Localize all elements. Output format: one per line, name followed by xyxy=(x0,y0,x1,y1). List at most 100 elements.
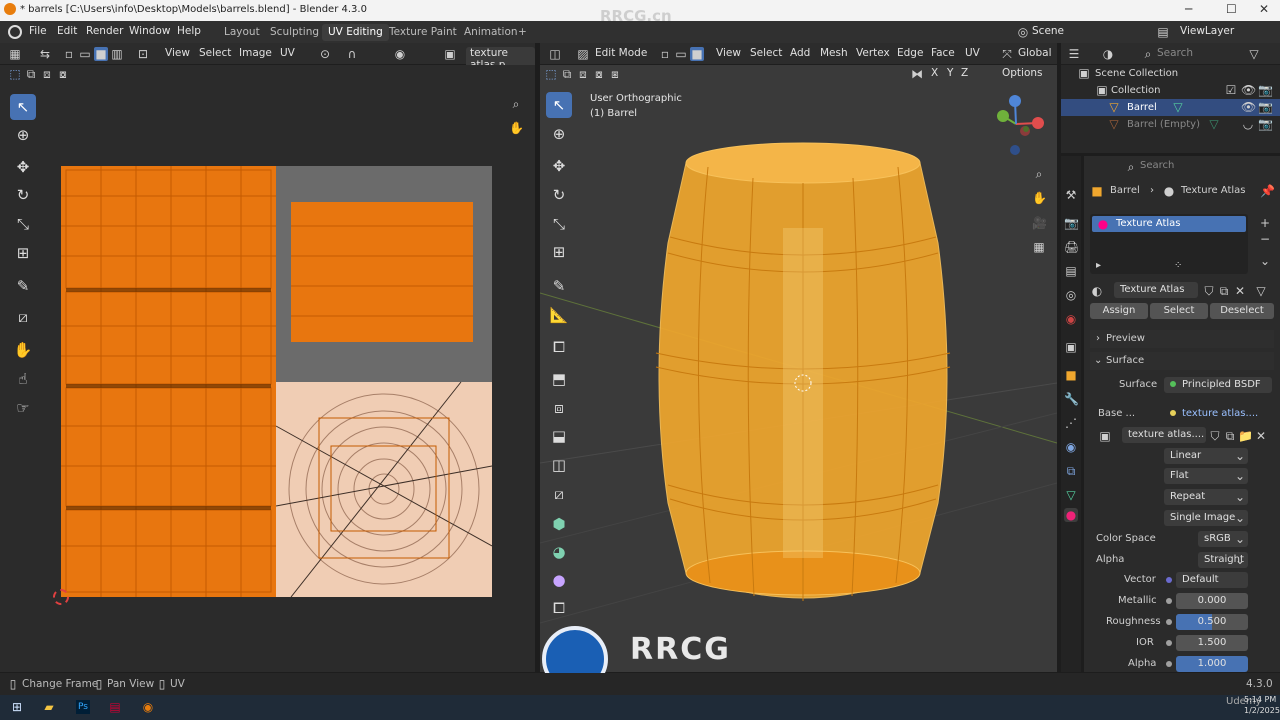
knife-tool-icon[interactable]: ⧄ xyxy=(546,481,572,507)
barrel-mesh[interactable] xyxy=(648,133,963,623)
display-mode-icon[interactable]: ◑ xyxy=(1101,47,1115,61)
grab-tool-icon[interactable]: ✋ xyxy=(10,337,36,363)
image-icon[interactable]: ▣ xyxy=(1098,429,1112,443)
outliner-search-input[interactable]: Search xyxy=(1157,47,1193,59)
v3d-menu-mesh[interactable]: Mesh xyxy=(820,47,848,59)
tab-layout[interactable]: Layout xyxy=(218,24,266,41)
image-fake-user-icon[interactable]: ⛉ xyxy=(1208,429,1222,443)
outliner-item-barrel-empty[interactable]: ▽ Barrel (Empty) ▽ ◡ 📷 xyxy=(1061,116,1280,133)
v3d-menu-face[interactable]: Face xyxy=(931,47,955,59)
2d-cursor-icon[interactable] xyxy=(53,589,69,605)
remove-slot-icon[interactable]: − xyxy=(1258,232,1272,246)
select-subtract-icon[interactable]: ⧈ xyxy=(40,67,54,81)
scale-tool-icon[interactable]: ⤡ xyxy=(10,211,36,237)
particles-tab-icon[interactable]: ⋰ xyxy=(1064,416,1078,430)
rotate-tool-icon[interactable]: ↻ xyxy=(10,182,36,208)
select-tool-3d-icon[interactable]: ↖ xyxy=(546,92,572,118)
roughness-field[interactable]: 0.500 xyxy=(1176,614,1248,630)
render-camera-icon[interactable]: 📷 xyxy=(1258,100,1273,114)
physics-tab-icon[interactable]: ◉ xyxy=(1064,440,1078,454)
constraints-tab-icon[interactable]: ⧉ xyxy=(1064,464,1078,478)
outliner-item-barrel[interactable]: ▽ Barrel ▽ 👁 📷 xyxy=(1061,99,1280,116)
view-layer-tab-icon[interactable]: ▤ xyxy=(1064,264,1078,278)
slot-specials-icon[interactable]: ⌄ xyxy=(1258,254,1272,268)
select-diff-icon[interactable]: ⧇ xyxy=(592,67,606,81)
transform-tool-icon[interactable]: ⊞ xyxy=(10,240,36,266)
select-box-tool-icon[interactable]: ↖ xyxy=(10,94,36,120)
modifier-tab-icon[interactable]: 🔧 xyxy=(1064,392,1079,406)
relax-tool-icon[interactable]: ☝ xyxy=(10,366,36,392)
editor-type-icon[interactable]: ▦ xyxy=(8,47,22,61)
menu-window[interactable]: Window xyxy=(129,25,170,37)
mirror-x-toggle[interactable]: X xyxy=(931,67,938,79)
outliner-scene-collection[interactable]: ▣ Scene Collection xyxy=(1061,65,1280,82)
scene-tab-icon[interactable]: ◎ xyxy=(1064,288,1078,302)
minimize-button[interactable]: ─ xyxy=(1185,2,1192,16)
image-open-icon[interactable]: 📁 xyxy=(1238,429,1253,443)
visibility-eye-icon[interactable]: 👁 xyxy=(1241,83,1256,97)
uv-menu-uv[interactable]: UV xyxy=(280,47,295,59)
list-grip-icon[interactable]: ⁘ xyxy=(1174,260,1182,271)
archive-app-icon[interactable]: ▤ xyxy=(108,700,122,714)
world-tab-icon[interactable]: ◉ xyxy=(1064,312,1078,326)
add-cube-tool-icon[interactable]: ⧠ xyxy=(546,334,572,360)
vector-field[interactable]: Default xyxy=(1176,572,1248,588)
render-camera-icon[interactable]: 📷 xyxy=(1258,83,1273,97)
deselect-button[interactable]: Deselect xyxy=(1210,303,1274,319)
windows-start-icon[interactable]: ⊞ xyxy=(10,700,24,714)
material-browse-icon[interactable]: ◐ xyxy=(1090,284,1104,298)
rotate-3d-tool-icon[interactable]: ↻ xyxy=(546,182,572,208)
sticky-select-icon[interactable]: ⊡ xyxy=(136,47,150,61)
tab-texture-paint[interactable]: Texture Paint xyxy=(383,24,463,41)
poly-build-tool-icon[interactable]: ⬢ xyxy=(546,511,572,537)
outliner-editor-icon[interactable]: ☰ xyxy=(1067,47,1081,61)
transform-orientation-dropdown[interactable]: Global xyxy=(1018,47,1052,59)
pan-view-icon[interactable]: ✋ xyxy=(509,121,524,135)
blender-taskbar-icon[interactable]: ◉ xyxy=(141,700,155,714)
v3d-menu-edge[interactable]: Edge xyxy=(897,47,923,59)
editor-type-3d-icon[interactable]: ◫ xyxy=(548,47,562,61)
surface-shader-field[interactable]: Principled BSDF xyxy=(1164,377,1272,393)
select-add-icon[interactable]: ⧉ xyxy=(560,67,574,81)
select-button[interactable]: Select xyxy=(1150,303,1208,319)
outliner-collection[interactable]: ▣ Collection ☑ 👁 📷 xyxy=(1061,82,1280,99)
scale-3d-tool-icon[interactable]: ⤡ xyxy=(546,211,572,237)
ortho-toggle-icon[interactable]: ▦ xyxy=(1032,240,1046,254)
output-tab-icon[interactable]: 🖨 xyxy=(1064,240,1079,254)
extrude-tool-icon[interactable]: ⬒ xyxy=(546,366,572,392)
material-tab-icon[interactable]: ● xyxy=(1064,508,1078,522)
edge-slide-tool-icon[interactable]: ⧠ xyxy=(546,595,572,621)
blender-menu-icon[interactable] xyxy=(8,25,22,39)
photoshop-icon[interactable]: Ps xyxy=(76,700,90,714)
select-extend-icon[interactable]: ⧉ xyxy=(24,67,38,81)
smooth-tool-icon[interactable]: ● xyxy=(546,567,572,593)
scene-name[interactable]: Scene xyxy=(1032,25,1064,37)
render-camera-icon[interactable]: 📷 xyxy=(1258,117,1273,131)
menu-edit[interactable]: Edit xyxy=(57,25,77,37)
uv-menu-image[interactable]: Image xyxy=(239,47,272,59)
maximize-button[interactable]: ☐ xyxy=(1226,2,1237,16)
select-new-icon[interactable]: ⬚ xyxy=(544,67,558,81)
material-name-field[interactable]: Texture Atlas xyxy=(1114,282,1198,298)
uv-menu-select[interactable]: Select xyxy=(199,47,231,59)
close-button[interactable]: ✕ xyxy=(1259,2,1269,16)
uv-menu-view[interactable]: View xyxy=(165,47,190,59)
transform-3d-tool-icon[interactable]: ⊞ xyxy=(546,239,572,265)
image-name-field[interactable]: texture atlas.... xyxy=(1122,427,1206,443)
cursor-tool-icon[interactable]: ⊕ xyxy=(10,122,36,148)
edge-select-icon[interactable]: ▭ xyxy=(78,47,92,61)
rip-tool-icon[interactable]: ⧄ xyxy=(10,304,36,330)
add-slot-icon[interactable]: + xyxy=(1258,216,1272,230)
select-and-icon[interactable]: ⧆ xyxy=(608,67,622,81)
checkbox-icon[interactable]: ☑ xyxy=(1224,83,1238,97)
move-tool-icon[interactable]: ✥ xyxy=(10,154,36,180)
unlink-material-icon[interactable]: ✕ xyxy=(1233,284,1247,298)
vertex-select-icon[interactable]: ▫ xyxy=(62,47,76,61)
mode-dropdown[interactable]: Edit Mode xyxy=(595,47,647,59)
pinch-tool-icon[interactable]: ☞ xyxy=(10,395,36,421)
visibility-eye-icon[interactable]: ◡ xyxy=(1241,117,1255,131)
duplicate-material-icon[interactable]: ⧉ xyxy=(1217,284,1231,298)
surface-panel-header[interactable]: ⌄ Surface xyxy=(1090,352,1274,370)
file-explorer-icon[interactable]: ▰ xyxy=(42,700,56,714)
sync-selection-icon[interactable]: ⇆ xyxy=(38,47,52,61)
